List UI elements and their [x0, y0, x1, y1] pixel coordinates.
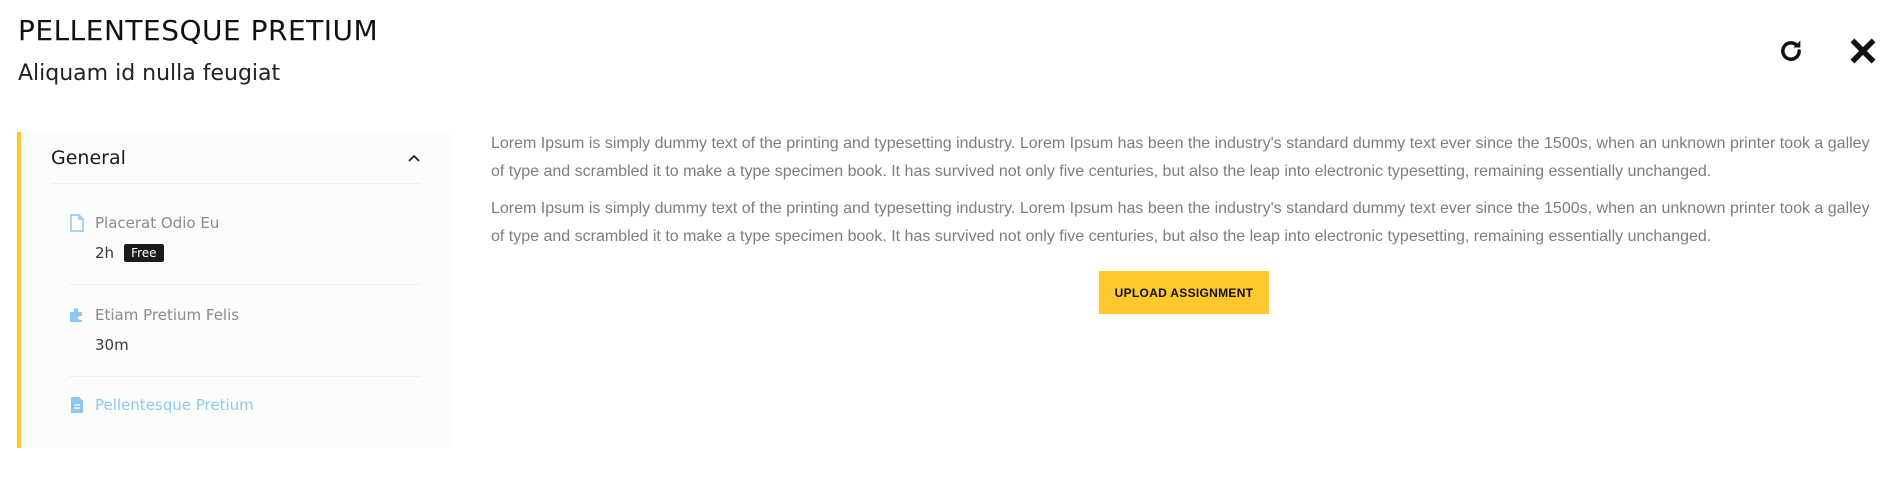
- puzzle-icon: [70, 308, 82, 322]
- lesson-duration: 2h: [95, 244, 115, 262]
- refresh-button[interactable]: [1776, 36, 1806, 66]
- file-text-icon: [71, 397, 83, 413]
- lesson-item-etiam-pretium-felis[interactable]: Etiam Pretium Felis 30m: [69, 306, 421, 354]
- page-header: PELLENTESQUE PRETIUM Aliquam id nulla fe…: [18, 14, 378, 86]
- section-label: General: [51, 146, 126, 169]
- lesson-content: Lorem Ipsum is simply dummy text of the …: [491, 130, 1871, 260]
- content-paragraph: Lorem Ipsum is simply dummy text of the …: [491, 135, 1870, 180]
- refresh-icon: [1781, 40, 1801, 61]
- top-actions: [1776, 36, 1878, 66]
- file-outline-icon: [70, 214, 84, 232]
- lesson-item-pellentesque-pretium[interactable]: Pellentesque Pretium: [69, 396, 421, 414]
- content-paragraph: Lorem Ipsum is simply dummy text of the …: [491, 200, 1870, 245]
- close-button[interactable]: [1848, 36, 1878, 66]
- lesson-divider: [69, 284, 421, 285]
- lesson-name: Placerat Odio Eu: [95, 214, 220, 232]
- section-header-general[interactable]: General: [51, 132, 421, 184]
- lesson-divider: [69, 376, 421, 377]
- lesson-name: Pellentesque Pretium: [95, 396, 254, 414]
- chevron-up-icon[interactable]: [407, 153, 421, 163]
- lesson-item-placerat-odio-eu[interactable]: Placerat Odio Eu 2h Free: [69, 214, 421, 262]
- lesson-name: Etiam Pretium Felis: [95, 306, 240, 324]
- upload-assignment-button[interactable]: UPLOAD ASSIGNMENT: [1099, 271, 1269, 314]
- free-badge: Free: [124, 244, 164, 262]
- lesson-duration: 30m: [95, 336, 129, 354]
- close-icon: [1850, 38, 1876, 64]
- page-subtitle: Aliquam id nulla feugiat: [18, 61, 281, 86]
- course-sidebar: General Placerat Odio Eu 2h Free Etiam P…: [17, 132, 451, 448]
- page-title: PELLENTESQUE PRETIUM: [18, 14, 379, 47]
